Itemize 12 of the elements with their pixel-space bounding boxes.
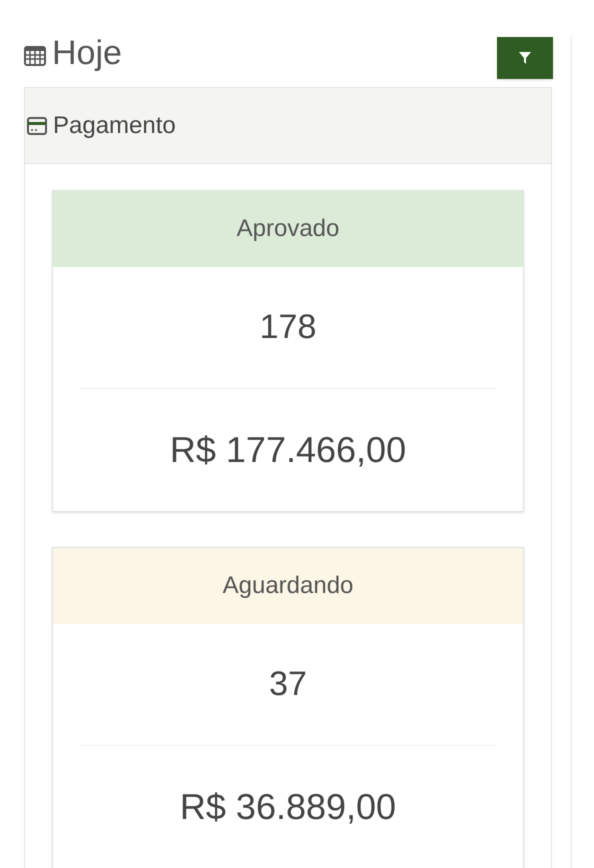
count-value: 178 xyxy=(260,307,316,348)
calendar-icon xyxy=(24,45,46,67)
filter-icon xyxy=(519,52,531,64)
page-title: Hoje xyxy=(52,37,122,74)
card-header: Aprovado xyxy=(53,191,523,267)
credit-card-icon xyxy=(27,116,47,134)
panel-title: Pagamento xyxy=(53,110,176,140)
count-value: 37 xyxy=(269,664,307,705)
card-header: Aguardando xyxy=(53,548,523,624)
amount-value: R$ 177.466,00 xyxy=(170,428,406,472)
amount-value: R$ 36.889,00 xyxy=(180,785,396,829)
filter-button[interactable] xyxy=(497,37,553,79)
